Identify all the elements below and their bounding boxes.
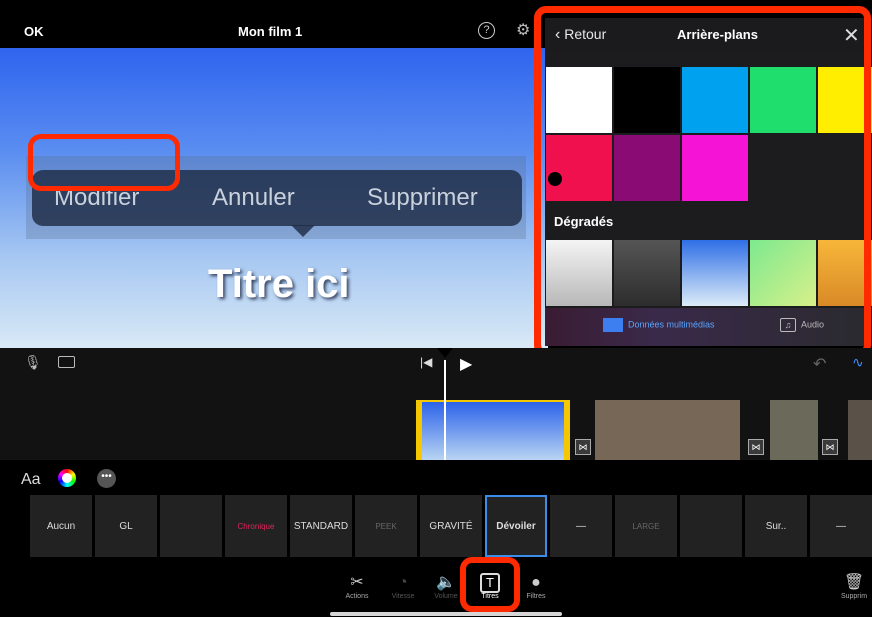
title-style-tile[interactable] (160, 495, 222, 557)
play-icon[interactable]: ▶ (460, 354, 472, 374)
delete-tool[interactable]: 🗑 Supprim (836, 573, 872, 600)
trash-icon: 🗑 (843, 574, 865, 591)
font-button[interactable]: Aa (21, 471, 41, 489)
title-style-tile[interactable]: Chronique (225, 495, 287, 557)
playhead-marker (437, 348, 453, 358)
title-style-tile[interactable]: GRAVITÉ (420, 495, 482, 557)
undo-icon[interactable]: ↶ (813, 354, 826, 374)
actions-tool[interactable]: ✂ Actions (337, 573, 377, 600)
bottom-toolbar: ✂ Actions ◔ Vitesse 🔈 Volume T Titres ● Filtr… (0, 557, 872, 617)
delete-label: Supprim (840, 593, 868, 600)
title-style-tile[interactable]: — (550, 495, 612, 557)
scissors-icon: ✂ (350, 574, 364, 591)
top-bar: OK Mon film 1 ? ⚙ (0, 0, 548, 48)
filters-tool[interactable]: ● Filtres (516, 573, 556, 600)
title-style-tile[interactable]: Sur.. (745, 495, 807, 557)
speed-tool[interactable]: ◔ Vitesse (383, 573, 423, 600)
help-icon[interactable]: ? (478, 22, 495, 39)
title-options-bar: Aa ••• (0, 460, 872, 498)
video-title-text[interactable]: Titre ici (208, 262, 350, 307)
highlight-panel (534, 6, 871, 357)
video-clip[interactable] (770, 400, 818, 460)
gear-icon[interactable]: ⚙ (516, 22, 533, 39)
volume-label: Volume (434, 593, 458, 600)
title-style-tile[interactable]: Dévoiler (485, 495, 547, 557)
audio-wave-icon[interactable]: ∿ (852, 354, 864, 371)
context-menu-pointer (291, 225, 315, 237)
title-style-tile[interactable]: STANDARD (290, 495, 352, 557)
title-style-tile[interactable]: Aucun (30, 495, 92, 557)
transition-icon[interactable]: ⋈ (575, 439, 591, 455)
video-clip[interactable] (595, 400, 740, 460)
selected-title-clip[interactable] (416, 400, 570, 460)
color-picker-icon[interactable] (58, 469, 76, 487)
camera-icon[interactable] (58, 356, 75, 368)
title-style-tile[interactable]: PEEK (355, 495, 417, 557)
preview-viewer[interactable]: Modifier Annuler Supprimer Titre ici (0, 48, 548, 348)
ok-button[interactable]: OK (24, 24, 44, 39)
more-options-icon[interactable]: ••• (97, 469, 116, 488)
transition-icon[interactable]: ⋈ (748, 439, 764, 455)
skip-back-icon[interactable]: |◀ (420, 355, 432, 369)
transition-icon[interactable]: ⋈ (822, 439, 838, 455)
filters-label: Filtres (526, 593, 546, 600)
speedometer-icon: ◔ (398, 574, 408, 591)
title-style-tile[interactable] (680, 495, 742, 557)
delete-button[interactable]: Supprimer (367, 184, 478, 212)
title-style-tile[interactable]: — (810, 495, 872, 557)
highlight-titles (460, 557, 520, 612)
highlight-modify (28, 134, 180, 191)
home-indicator (330, 612, 562, 616)
filters-icon: ● (531, 574, 541, 591)
cancel-button[interactable]: Annuler (212, 184, 295, 212)
title-style-tile[interactable]: LARGE (615, 495, 677, 557)
actions-label: Actions (345, 593, 369, 600)
title-styles-strip: Aucun GL Chronique STANDARD PEEK GRAVITÉ Dévoi… (30, 495, 872, 557)
video-clip[interactable] (848, 400, 872, 460)
microphone-icon[interactable]: 🎙 (24, 354, 42, 371)
timeline[interactable]: 🎙 |◀ ▶ ↶ ∿ ⋈ ⋈ ⋈ (0, 348, 872, 460)
playhead[interactable] (444, 360, 446, 460)
project-title: Mon film 1 (238, 24, 303, 39)
title-style-tile[interactable]: GL (95, 495, 157, 557)
speed-label: Vitesse (391, 593, 415, 600)
